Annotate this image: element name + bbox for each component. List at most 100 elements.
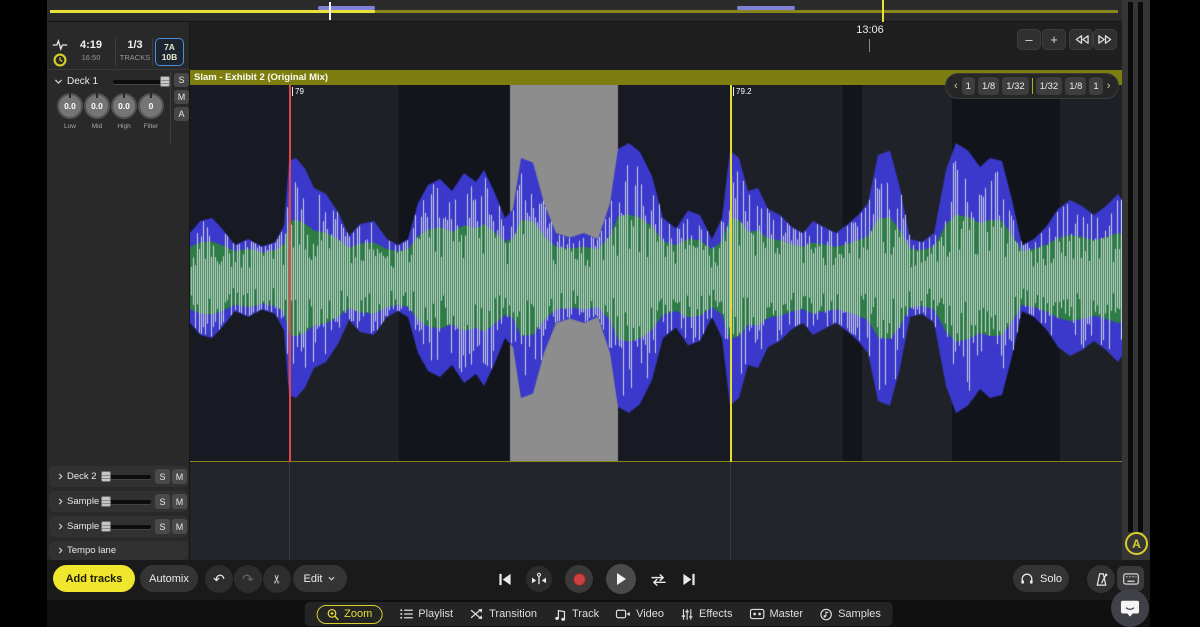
effects-sliders-icon: [681, 608, 694, 621]
deck1-volume-thumb[interactable]: [160, 76, 170, 87]
deck2-lane[interactable]: Deck 2 S M: [49, 466, 188, 487]
keyboard-shortcuts-button[interactable]: [1117, 566, 1144, 591]
fast-forward-button[interactable]: [1093, 29, 1117, 50]
skip-to-end-icon: [681, 572, 697, 587]
menu-tab-zoom[interactable]: Zoom: [316, 605, 382, 624]
waveform-canvas[interactable]: [190, 85, 1122, 462]
zoom-ratio-button[interactable]: 1/32: [1002, 77, 1029, 95]
chevron-right-icon[interactable]: [56, 546, 65, 555]
chevron-right-icon[interactable]: [56, 522, 65, 531]
edit-label: Edit: [304, 573, 323, 585]
sample2-lane[interactable]: Sample 2 S M: [49, 516, 188, 537]
zoom-in-button[interactable]: +: [1042, 29, 1066, 50]
transition-crossfade-icon: [470, 608, 484, 620]
sample1-volume-thumb[interactable]: [101, 496, 111, 507]
menu-tab-master[interactable]: Master: [749, 608, 803, 620]
help-chat-button[interactable]: [1111, 589, 1149, 627]
menu-tab-effects[interactable]: Effects: [681, 608, 732, 621]
chevron-right-icon[interactable]: [56, 472, 65, 481]
app-logo: A: [1125, 532, 1148, 555]
skip-to-end-button[interactable]: [681, 572, 697, 587]
tempo-lane-label: Tempo lane: [67, 545, 116, 556]
empty-lane-area[interactable]: [190, 462, 1122, 560]
deck1-mute-button[interactable]: M: [174, 90, 189, 104]
loop-button[interactable]: [649, 572, 668, 587]
metronome-button[interactable]: [1087, 565, 1115, 593]
minimap-clip-1[interactable]: [318, 6, 375, 10]
rewind-button[interactable]: [1069, 29, 1093, 50]
scissors-icon: ✂: [270, 574, 284, 584]
zoom-prev-button[interactable]: ‹: [953, 80, 959, 92]
record-button[interactable]: [565, 565, 593, 593]
high-knob[interactable]: 0.0: [111, 93, 137, 119]
tracks-label: TRACKS: [117, 53, 153, 62]
zoom-ratio-button[interactable]: 1: [962, 77, 975, 95]
panel-divider: [170, 72, 171, 144]
zoom-ratio-button[interactable]: 1: [1089, 77, 1102, 95]
deck2-volume-thumb[interactable]: [101, 471, 111, 482]
deck1-automation-button[interactable]: A: [174, 107, 189, 121]
deck2-mute-button[interactable]: M: [172, 469, 187, 484]
zoom-next-button[interactable]: ›: [1106, 80, 1112, 92]
sample1-solo-button[interactable]: S: [155, 494, 170, 509]
split-button[interactable]: ✂: [263, 565, 291, 593]
ruler-tick: [869, 39, 870, 52]
zoom-ratio-button[interactable]: 1/8: [1065, 77, 1086, 95]
playhead-marker[interactable]: [289, 85, 291, 462]
menu-label-track: Track: [572, 608, 599, 620]
sample1-lane[interactable]: Sample 1 S M: [49, 491, 188, 512]
headphones-icon: [1020, 572, 1034, 585]
minimap-playhead[interactable]: [882, 0, 884, 22]
elapsed-time: 4:19: [71, 39, 111, 51]
tempo-lane[interactable]: Tempo lane: [49, 541, 188, 560]
deck2-solo-button[interactable]: S: [155, 469, 170, 484]
key-bottom: 10B: [156, 52, 183, 62]
mid-knob[interactable]: 0.0: [84, 93, 110, 119]
bottom-menu-row: Zoom Playlist Transition Track Video Eff…: [47, 600, 1150, 627]
minimap-cursor[interactable]: [329, 2, 331, 20]
zoom-out-button[interactable]: –: [1017, 29, 1041, 50]
jump-to-playhead-button[interactable]: [526, 566, 552, 592]
menu-tab-playlist[interactable]: Playlist: [399, 608, 453, 620]
sample1-volume-slider[interactable]: [105, 500, 151, 504]
menu-tab-video[interactable]: Video: [616, 608, 664, 620]
deck1-solo-button[interactable]: S: [174, 73, 189, 87]
master-level-meter: [1122, 0, 1150, 560]
key-badge[interactable]: 7A 10B: [155, 38, 184, 66]
menu-tab-transition[interactable]: Transition: [470, 608, 537, 620]
filter-knob[interactable]: 0: [138, 93, 164, 119]
view-menu-bar: Zoom Playlist Transition Track Video Eff…: [304, 602, 893, 626]
sample2-volume-slider[interactable]: [105, 525, 151, 529]
track-count: 1/3: [117, 39, 153, 51]
rewind-icon: [1073, 32, 1090, 47]
menu-tab-track[interactable]: Track: [554, 608, 599, 621]
add-tracks-button[interactable]: Add tracks: [53, 565, 135, 592]
video-camera-icon: [616, 608, 631, 620]
chat-bubble-icon: [1120, 599, 1140, 618]
redo-button[interactable]: ↷: [234, 565, 262, 593]
timeline-minimap[interactable]: [47, 0, 1150, 22]
minimap-clip-2[interactable]: [737, 6, 795, 10]
sample2-solo-button[interactable]: S: [155, 519, 170, 534]
zoom-ratio-button[interactable]: 1/8: [978, 77, 999, 95]
sample2-mute-button[interactable]: M: [172, 519, 187, 534]
low-knob[interactable]: 0.0: [57, 93, 83, 119]
zoom-ratio-button[interactable]: 1/32: [1036, 77, 1063, 95]
sample2-volume-thumb[interactable]: [101, 521, 111, 532]
solo-button[interactable]: Solo: [1013, 565, 1069, 592]
chevron-down-icon[interactable]: [53, 76, 64, 87]
play-button[interactable]: [606, 564, 636, 594]
zoom-magnifier-icon: [326, 608, 339, 621]
edit-menu-button[interactable]: Edit: [293, 565, 347, 592]
skip-to-start-button[interactable]: [497, 572, 513, 587]
deck2-volume-slider[interactable]: [105, 475, 151, 479]
chevron-right-icon[interactable]: [56, 497, 65, 506]
undo-button[interactable]: ↶: [205, 565, 233, 593]
playhead-marker-label: 79: [292, 87, 304, 96]
cue-marker[interactable]: [730, 85, 732, 462]
menu-tab-samples[interactable]: Samples: [820, 608, 881, 621]
meter-bar-right: [1138, 2, 1143, 532]
automix-button[interactable]: Automix: [140, 565, 198, 592]
chevron-down-icon: [327, 574, 336, 583]
sample1-mute-button[interactable]: M: [172, 494, 187, 509]
